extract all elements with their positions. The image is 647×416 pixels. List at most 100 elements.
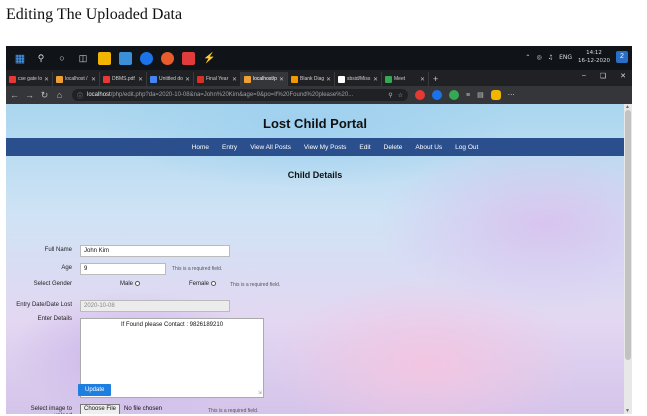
image-label-line1: Select image to (30, 406, 72, 412)
tab-title: DBMS.pdf (112, 76, 135, 82)
close-icon[interactable]: ✕ (373, 76, 378, 83)
choose-file-button[interactable]: Choose File (80, 404, 121, 414)
task-view-icon[interactable]: ◫ (76, 51, 90, 65)
nav-delete[interactable]: Delete (384, 144, 403, 151)
browser-tab[interactable]: cse gate lo ✕ (6, 72, 53, 86)
close-icon[interactable]: ✕ (326, 76, 331, 83)
age-required-note: This is a required field. (172, 266, 223, 272)
network-icon[interactable]: ◎ (536, 54, 541, 61)
browser-tab[interactable]: DBMS.pdf ✕ (100, 72, 147, 86)
tab-title: Meet (394, 76, 406, 82)
clock-time: 14:12 (586, 50, 602, 56)
menu-icon[interactable]: ⋯ (508, 91, 515, 99)
url-host: localhost (87, 92, 111, 98)
tab-title: localhost / (65, 76, 88, 82)
search-icon[interactable]: ⚲ (34, 51, 48, 65)
full-name-label: Full Name (44, 247, 72, 253)
nav-entry[interactable]: Entry (222, 144, 237, 151)
favicon-icon (9, 75, 16, 83)
reload-icon[interactable]: ↻ (38, 90, 51, 101)
section-title: Child Details (287, 170, 343, 180)
start-icon[interactable]: ▦ (13, 51, 27, 65)
bolt-icon[interactable]: ⚡ (203, 52, 216, 65)
cortana-icon[interactable]: ○ (55, 51, 69, 65)
profile-icon[interactable] (490, 90, 501, 100)
male-option[interactable]: Male (120, 281, 141, 287)
nav-bar: Home Entry View All Posts View My Posts … (6, 138, 624, 156)
clock[interactable]: 14:12 16-12-2020 (578, 49, 610, 65)
system-tray: ⌃ ◎ ♫ ENG 14:12 16-12-2020 (525, 49, 610, 65)
collections-icon[interactable]: ▤ (477, 91, 484, 99)
browser-tab[interactable]: Blank Diag ✕ (288, 72, 335, 86)
volume-icon[interactable]: ♫ (548, 54, 553, 61)
clock-date: 16-12-2020 (578, 58, 610, 64)
forward-icon[interactable]: → (23, 90, 36, 100)
close-icon[interactable]: ✕ (420, 76, 425, 83)
female-radio[interactable] (211, 281, 217, 286)
close-icon[interactable]: ✕ (44, 76, 49, 83)
browser-tab[interactable]: Meet ✕ (382, 72, 429, 86)
nav-about-us[interactable]: About Us (415, 144, 442, 151)
url-field[interactable]: ⓘ localhost /php/edit.php?da=2020-10-08&… (72, 89, 408, 101)
app-icon[interactable] (182, 51, 195, 65)
browser-tab[interactable]: localhost / ✕ (53, 72, 100, 86)
gender-label: Select Gender (33, 281, 72, 287)
extension-icon[interactable] (432, 90, 442, 100)
tab-title: sbsid/Miss (347, 76, 371, 82)
reading-list-icon[interactable]: ≡ (466, 92, 470, 99)
nav-view-my-posts[interactable]: View My Posts (304, 144, 347, 151)
scrollbar[interactable]: ▲ ▼ (624, 104, 632, 414)
browser-tab-active[interactable]: localhost/p ✕ (241, 72, 288, 86)
scroll-down-icon[interactable]: ▼ (625, 408, 630, 414)
favicon-icon (291, 75, 298, 83)
close-icon[interactable]: ✕ (138, 76, 143, 83)
extension-icon[interactable] (415, 90, 425, 100)
extension-icon[interactable] (449, 90, 459, 100)
tab-title: localhost/p (253, 76, 277, 82)
tab-title: Blank Diag (300, 76, 324, 82)
firefox-icon[interactable] (161, 51, 174, 65)
chat-icon[interactable] (119, 51, 132, 65)
scroll-thumb[interactable] (625, 110, 631, 360)
favicon-icon (244, 75, 251, 83)
female-option[interactable]: Female (189, 281, 217, 288)
file-explorer-icon[interactable] (98, 51, 111, 65)
full-name-field[interactable]: John Kim (80, 245, 230, 257)
age-field[interactable]: 9 (80, 263, 166, 275)
home-icon[interactable]: ⌂ (53, 90, 66, 100)
new-tab-icon[interactable]: + (433, 74, 438, 84)
date-field[interactable]: 2020-10-08 (80, 300, 230, 312)
gender-required-note: This is a required field. (230, 282, 281, 288)
zoom-icon[interactable]: ⚲ (388, 92, 392, 99)
nav-home[interactable]: Home (192, 144, 209, 151)
browser-tab[interactable]: Final Year P✕ (194, 72, 241, 86)
browser-tab[interactable]: sbsid/Miss ✕ (335, 72, 382, 86)
update-button[interactable]: Update (78, 384, 112, 396)
male-radio[interactable] (135, 281, 141, 286)
tab-title: Final Year P (206, 76, 230, 82)
browser-tab[interactable]: Untitled do ✕ (147, 72, 194, 86)
back-icon[interactable]: ← (8, 90, 21, 100)
close-icon[interactable]: ✕ (91, 76, 96, 83)
nav-view-all-posts[interactable]: View All Posts (250, 144, 291, 151)
tab-bar: cse gate lo ✕ localhost / ✕ DBMS.pdf ✕ Unti… (6, 70, 632, 86)
minimize-icon[interactable]: – (582, 72, 586, 80)
close-icon[interactable]: ✕ (232, 76, 237, 83)
edge-icon[interactable] (140, 51, 153, 65)
date-label: Entry Date/Date Lost (16, 302, 72, 308)
favicon-icon (385, 75, 392, 83)
close-icon[interactable]: ✕ (279, 76, 284, 83)
resize-grip-icon[interactable]: ⇲ (258, 390, 262, 396)
language-indicator[interactable]: ENG (559, 54, 572, 61)
close-icon[interactable]: ✕ (185, 76, 190, 83)
info-icon[interactable]: ⓘ (77, 91, 83, 100)
nav-edit[interactable]: Edit (359, 144, 370, 151)
close-window-icon[interactable]: ✕ (620, 72, 626, 80)
nav-log-out[interactable]: Log Out (455, 144, 478, 151)
maximize-icon[interactable]: ❏ (600, 72, 606, 80)
chevron-up-icon[interactable]: ⌃ (525, 54, 530, 61)
notification-icon[interactable]: 2 (616, 51, 628, 63)
female-label: Female (189, 281, 210, 288)
details-text: If Found please Contact : 9826189210 (120, 322, 224, 328)
star-icon[interactable]: ☆ (398, 92, 403, 99)
